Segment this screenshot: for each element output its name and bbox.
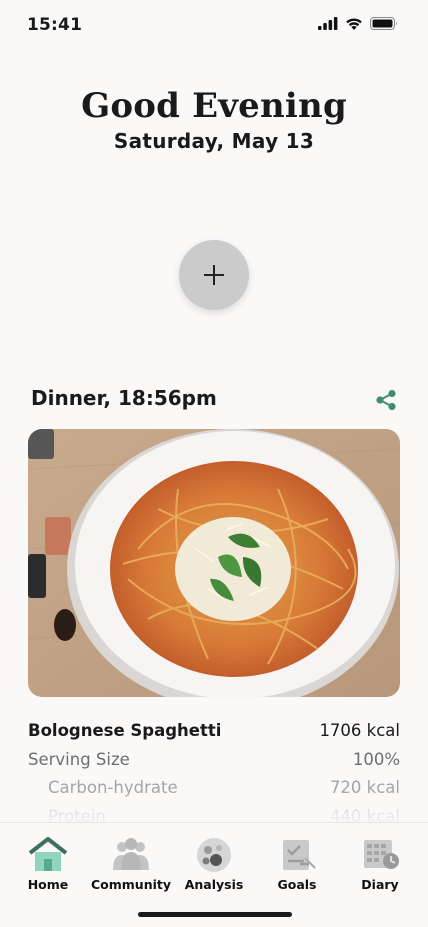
meal-title: Dinner, 18:56pm — [31, 386, 217, 410]
tab-home-label: Home — [27, 877, 69, 892]
tab-analysis-label: Analysis — [184, 877, 244, 892]
carbs-row: Carbon-hydrate 720 kcal — [28, 778, 400, 797]
dish-row: Bolognese Spaghetti 1706 kcal — [28, 721, 400, 740]
carbs-value: 720 kcal — [329, 778, 400, 797]
status-time: 15:41 — [27, 15, 83, 35]
community-icon — [113, 838, 149, 870]
add-meal-button[interactable] — [179, 240, 249, 310]
plus-icon — [204, 265, 224, 285]
cellular-signal-icon — [318, 17, 338, 30]
tab-goals[interactable]: Goals — [255, 835, 339, 892]
greeting-title: Good Evening — [81, 86, 347, 126]
analysis-icon — [197, 838, 231, 872]
tab-diary-label: Diary — [361, 877, 399, 892]
tab-home[interactable]: Home — [6, 835, 90, 892]
tab-community[interactable]: Community — [89, 835, 173, 892]
share-icon[interactable] — [375, 389, 397, 411]
serving-label: Serving Size — [28, 750, 130, 769]
meal-photo[interactable] — [28, 429, 400, 697]
tab-community-label: Community — [90, 877, 172, 892]
spaghetti-plate-image — [28, 429, 400, 697]
dish-name: Bolognese Spaghetti — [28, 721, 222, 740]
date-subtitle: Saturday, May 13 — [113, 129, 315, 153]
status-icons — [318, 17, 398, 30]
carbs-label: Carbon-hydrate — [48, 778, 178, 797]
home-icon — [28, 837, 68, 871]
battery-icon — [370, 17, 397, 30]
goals-icon — [283, 840, 316, 870]
serving-row: Serving Size 100% — [28, 750, 400, 769]
status-bar: 15:41 — [0, 0, 428, 50]
tab-analysis[interactable]: Analysis — [172, 835, 256, 892]
wifi-icon — [346, 18, 362, 30]
serving-value: 100% — [352, 750, 400, 769]
tab-diary[interactable]: Diary — [338, 835, 422, 892]
home-indicator[interactable] — [138, 912, 292, 917]
dish-kcal: 1706 kcal — [319, 721, 400, 740]
tab-goals-label: Goals — [277, 877, 317, 892]
diary-icon — [364, 840, 399, 869]
